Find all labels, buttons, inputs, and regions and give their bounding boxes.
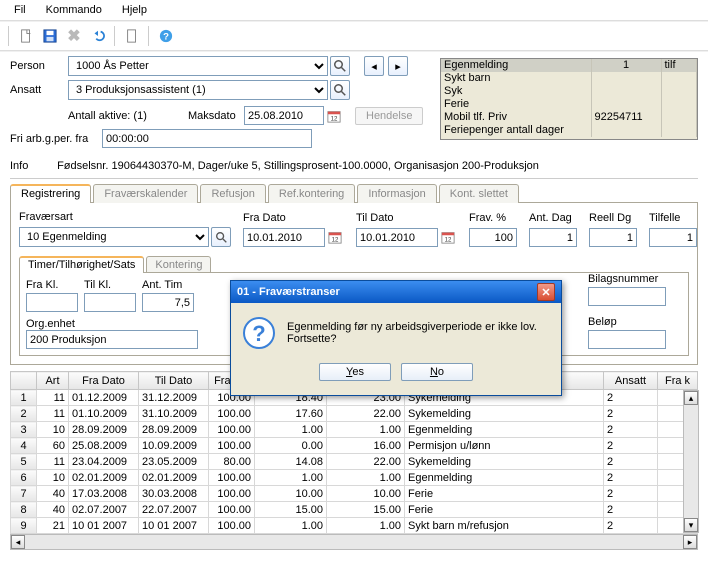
tab-refusjon[interactable]: Refusjon xyxy=(200,184,265,203)
reell-dg-label: Reell Dg xyxy=(589,212,637,224)
fra-dato-input[interactable] xyxy=(243,228,325,247)
table-row[interactable]: 61002.01.200902.01.2009100.001.001.00Ege… xyxy=(11,470,698,486)
bilagsnummer-input[interactable] xyxy=(588,287,666,306)
table-row[interactable]: 51123.04.200923.05.200980.0014.0822.00Sy… xyxy=(11,454,698,470)
dialog-no-button[interactable]: No xyxy=(401,363,473,381)
dialog-message: Egenmelding før ny arbeidsgiverperiode e… xyxy=(287,317,549,349)
fravaersart-select[interactable]: 10 Egenmelding xyxy=(19,227,209,247)
next-button[interactable]: ▸ xyxy=(388,56,408,76)
table-row[interactable]: 21101.10.200931.10.2009100.0017.6022.00S… xyxy=(11,406,698,422)
ant-dag-input[interactable] xyxy=(529,228,577,247)
toolbar: ✖ ? xyxy=(0,22,708,50)
new-icon[interactable] xyxy=(16,26,36,46)
org-enhet-label: Org.enhet xyxy=(26,318,198,330)
maksdato-label: Maksdato xyxy=(188,110,244,122)
delete-icon[interactable]: ✖ xyxy=(64,26,84,46)
tilfelle-input[interactable] xyxy=(649,228,697,247)
person-search-icon[interactable] xyxy=(330,56,350,76)
person-select[interactable]: 1000 Ås Petter xyxy=(68,56,328,76)
dialog-title-bar: 01 - Fraværstranser ✕ xyxy=(231,281,561,303)
belop-label: Beløp xyxy=(588,316,666,328)
reell-dg-input[interactable] xyxy=(589,228,637,247)
fra-kl-label: Fra Kl. xyxy=(26,279,78,291)
tab-kontslettet[interactable]: Kont. slettet xyxy=(439,184,519,203)
til-kl-label: Til Kl. xyxy=(84,279,136,291)
ansatt-select[interactable]: 3 Produksjonsassistent (1) xyxy=(68,80,328,100)
til-kl-input[interactable] xyxy=(84,293,136,312)
tilfelle-label: Tilfelle xyxy=(649,212,697,224)
tab-registrering[interactable]: Registrering xyxy=(10,184,91,203)
prev-button[interactable]: ◂ xyxy=(364,56,384,76)
vertical-scrollbar[interactable]: ▴▾ xyxy=(683,390,699,533)
sub-tabs: Timer/Tilhørighet/Sats Kontering xyxy=(19,255,689,272)
fravaersart-search-icon[interactable] xyxy=(211,227,231,247)
svg-text:12: 12 xyxy=(445,236,452,243)
person-label: Person xyxy=(10,60,68,72)
ansatt-label: Ansatt xyxy=(10,84,68,96)
svg-text:12: 12 xyxy=(332,236,339,243)
tab-refkontering[interactable]: Ref.kontering xyxy=(268,184,355,203)
org-enhet-input[interactable] xyxy=(26,330,198,349)
frav-pct-input[interactable] xyxy=(469,228,517,247)
table-row[interactable]: 74017.03.200830.03.2008100.0010.0010.00F… xyxy=(11,486,698,502)
table-row[interactable]: 46025.08.200910.09.2009100.000.0016.00Pe… xyxy=(11,438,698,454)
belop-input[interactable] xyxy=(588,330,666,349)
main-tabs: Registrering Fraværskalender Refusjon Re… xyxy=(10,183,698,202)
help-icon[interactable]: ? xyxy=(156,26,176,46)
dialog-yes-button[interactable]: Yes xyxy=(319,363,391,381)
til-dato-input[interactable] xyxy=(356,228,438,247)
right-info-grid: Egenmelding1tilf Sykt barn Syk Ferie Mob… xyxy=(440,58,698,140)
sub-tab-timer[interactable]: Timer/Tilhørighet/Sats xyxy=(19,256,144,273)
dialog-title: 01 - Fraværstranser xyxy=(237,286,340,298)
bilagsnummer-label: Bilagsnummer xyxy=(588,273,666,285)
undo-icon[interactable] xyxy=(88,26,108,46)
fra-dato-calendar-icon[interactable]: 12 xyxy=(326,228,344,246)
info-line: Info Fødselsnr. 19064430370-M, Dager/uke… xyxy=(0,156,708,176)
ant-tim-input[interactable] xyxy=(142,293,194,312)
blank-doc-icon[interactable] xyxy=(122,26,142,46)
til-dato-label: Til Dato xyxy=(356,212,457,224)
svg-text:12: 12 xyxy=(331,115,338,122)
dialog-close-button[interactable]: ✕ xyxy=(537,283,555,301)
maksdato-calendar-icon[interactable]: 12 xyxy=(325,107,343,125)
confirm-dialog: 01 - Fraværstranser ✕ ? Egenmelding før … xyxy=(230,280,562,396)
hendelse-button: Hendelse xyxy=(355,107,423,125)
svg-text:?: ? xyxy=(252,321,265,346)
table-row[interactable]: 84002.07.200722.07.2007100.0015.0015.00F… xyxy=(11,502,698,518)
horizontal-scrollbar[interactable]: ◂▸ xyxy=(10,534,698,550)
fra-dato-label: Fra Dato xyxy=(243,212,344,224)
ant-dag-label: Ant. Dag xyxy=(529,212,577,224)
svg-text:?: ? xyxy=(163,32,169,43)
fri-label: Fri arb.g.per. fra xyxy=(10,133,102,145)
fravaersart-label: Fraværsart xyxy=(19,211,231,223)
frav-pct-label: Frav. % xyxy=(469,212,517,224)
question-icon: ? xyxy=(243,317,275,349)
tab-informasjon[interactable]: Informasjon xyxy=(357,184,436,203)
til-dato-calendar-icon[interactable]: 12 xyxy=(439,228,457,246)
maksdato-input[interactable] xyxy=(244,106,324,125)
menu-hjelp[interactable]: Hjelp xyxy=(114,2,155,18)
table-row[interactable]: 31028.09.200928.09.2009100.001.001.00Ege… xyxy=(11,422,698,438)
fri-input[interactable] xyxy=(102,129,312,148)
antall-aktive-label: Antall aktive: (1) xyxy=(68,110,188,122)
ansatt-search-icon[interactable] xyxy=(330,80,350,100)
fra-kl-input[interactable] xyxy=(26,293,78,312)
menu-kommando[interactable]: Kommando xyxy=(38,2,110,18)
menu-bar: Fil Kommando Hjelp xyxy=(0,0,708,20)
save-icon[interactable] xyxy=(40,26,60,46)
tab-fravaerskalender[interactable]: Fraværskalender xyxy=(93,184,198,203)
table-row[interactable]: 92110 01 200710 01 2007100.001.001.00Syk… xyxy=(11,518,698,534)
menu-fil[interactable]: Fil xyxy=(6,2,34,18)
ant-tim-label: Ant. Tim xyxy=(142,279,194,291)
sub-tab-kontering[interactable]: Kontering xyxy=(146,256,211,273)
